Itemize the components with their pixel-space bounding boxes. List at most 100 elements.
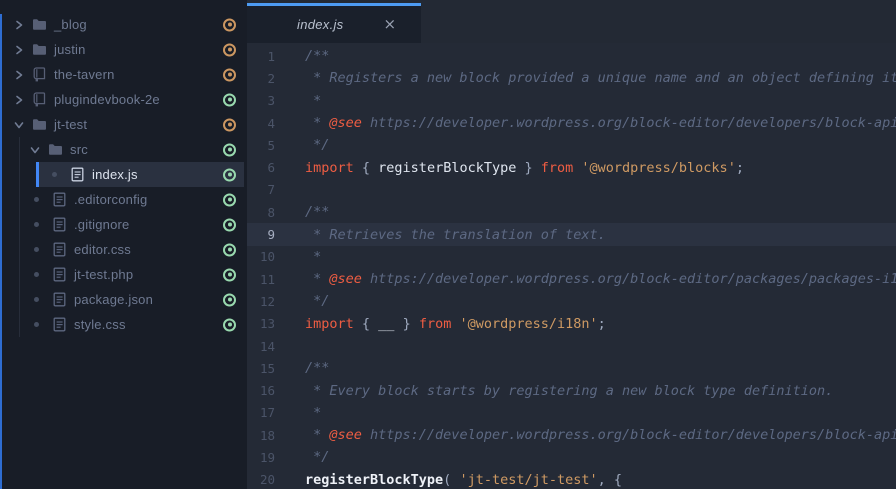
token-comment: * Every block starts by registering a ne… [305,382,834,399]
code-line[interactable]: 1 /** [247,45,896,67]
code-line[interactable]: 19 */ [247,446,896,468]
green-target-badge-icon[interactable] [223,143,236,156]
chevron-right-icon[interactable] [12,68,26,82]
green-target-badge-icon[interactable] [223,193,236,206]
sidebar-item-the-tavern[interactable]: the-tavern [0,62,247,87]
sidebar-item-gitignore[interactable]: .gitignore [0,212,247,237]
green-target-badge-icon[interactable] [223,293,236,306]
code-line[interactable]: 11 * @see https://developer.wordpress.or… [247,268,896,290]
modified-dot-icon [34,197,39,202]
sidebar-item-content: the-tavern [12,67,115,83]
token-punctuation: ; [735,159,744,176]
sidebar-item-jt-test[interactable]: jt-test [0,112,247,137]
sidebar-item-label: jt-test.php [74,267,134,282]
green-target-badge-icon[interactable] [223,318,236,331]
sidebar-item-justin[interactable]: justin [0,37,247,62]
chevron-down-icon[interactable] [12,118,26,132]
sidebar-item-editorconfig[interactable]: .editorconfig [0,187,247,212]
code-line[interactable]: 4 * @see https://developer.wordpress.org… [247,112,896,134]
token-keyword: from [418,315,452,332]
green-target-badge-icon[interactable] [223,268,236,281]
sidebar-item-package-json[interactable]: package.json [0,287,247,312]
modified-dot-icon [34,272,39,277]
token-identifier: registerBlockType [378,159,517,176]
file-icon [51,242,67,258]
code-line[interactable]: 2 * Registers a new block provided a uni… [247,67,896,89]
modified-dot-icon [34,222,39,227]
code-line[interactable]: 17 * [247,402,896,424]
sidebar-item-plugindevbook-2e[interactable]: plugindevbook-2e [0,87,247,112]
chevron-right-icon[interactable] [12,18,26,32]
sidebar-item-style-css[interactable]: style.css [0,312,247,337]
line-content: import { __ } from '@wordpress/i18n'; [288,316,606,332]
orange-target-badge-icon[interactable] [223,43,236,56]
sidebar-item-jt-test-php[interactable]: jt-test.php [0,262,247,287]
code-line[interactable]: 20 registerBlockType( 'jt-test/jt-test', … [247,469,896,489]
code-line[interactable]: 3 * [247,90,896,112]
code-line[interactable]: 16 * Every block starts by registering a… [247,379,896,401]
code-line[interactable]: 5 */ [247,134,896,156]
chevron-down-icon[interactable] [28,143,42,157]
line-number: 10 [259,249,275,265]
chevron-right-icon[interactable] [12,93,26,107]
modified-dot-icon [34,297,39,302]
code-line[interactable]: 12 */ [247,290,896,312]
code-line[interactable]: 7 [247,179,896,201]
tab-label: index.js [297,17,344,32]
code-line[interactable]: 18 * @see https://developer.wordpress.or… [247,424,896,446]
code-view[interactable]: 1 /** 2 * Registers a new block provided a… [247,43,896,489]
code-line[interactable]: 6 import { registerBlockType } from '@wor… [247,156,896,178]
sidebar-item-content: justin [12,42,86,58]
folder-icon [31,117,47,133]
line-content: /** [288,48,329,64]
orange-target-badge-icon[interactable] [223,18,236,31]
line-number: 13 [259,316,275,332]
token-comment: * Registers a new block provided a uniqu… [313,70,896,87]
code-line[interactable]: 13 import { __ } from '@wordpress/i18n'; [247,313,896,335]
orange-target-badge-icon[interactable] [223,68,236,81]
token-comment: https://developer.wordpress.org/block-ed… [361,271,896,288]
token-string: '@wordpress/i18n' [459,315,598,332]
folder-icon [31,17,47,33]
line-number: 16 [259,383,275,399]
code-line[interactable]: 14 [247,335,896,357]
tab-close-icon[interactable]: × [383,17,396,32]
line-content: * Registers a new block provided a uniqu… [288,70,896,86]
token-comment: * [305,271,330,288]
repo-icon [31,67,47,83]
green-target-badge-icon[interactable] [223,218,236,231]
green-target-badge-icon[interactable] [223,93,236,106]
sidebar-item-index-js[interactable]: index.js [0,162,247,187]
line-number: 4 [267,115,275,131]
file-icon [51,292,67,308]
line-content: * Retrieves the translation of text. [288,227,606,243]
token-comment: */ [305,449,330,466]
code-line[interactable]: 8 /** [247,201,896,223]
code-line[interactable]: 10 * [247,246,896,268]
token-comment: /** [305,204,330,221]
green-target-badge-icon[interactable] [223,168,236,181]
file-icon [51,217,67,233]
token-doc-tag: @see [329,271,362,288]
chevron-right-icon[interactable] [12,43,26,57]
sidebar-item-label: package.json [74,292,154,307]
sidebar-item-label: editor.css [74,242,131,257]
sidebar-item-editor-css[interactable]: editor.css [0,237,247,262]
line-content: * @see https://developer.wordpress.org/b… [288,271,896,287]
token-punctuation: ( [443,471,460,488]
file-tree: _blog justin the-tavern plugindevbook-2e jt-… [0,0,247,337]
line-number: 3 [267,93,275,109]
code-line[interactable]: 15 /** [247,357,896,379]
token-string: 'jt-test/jt-test' [459,471,598,488]
line-number: 17 [259,405,275,421]
code-line[interactable]: 9 * Retrieves the translation of text. [247,223,896,246]
line-content: /** [288,204,329,220]
sidebar-item-content: .gitignore [34,217,129,233]
line-content: import { registerBlockType } from '@word… [288,160,744,176]
token-comment: * [305,248,322,265]
tab-index-js[interactable]: index.js × [247,3,421,43]
green-target-badge-icon[interactable] [223,243,236,256]
sidebar-item-blog[interactable]: _blog [0,12,247,37]
sidebar-item-src[interactable]: src [0,137,247,162]
orange-target-badge-icon[interactable] [223,118,236,131]
